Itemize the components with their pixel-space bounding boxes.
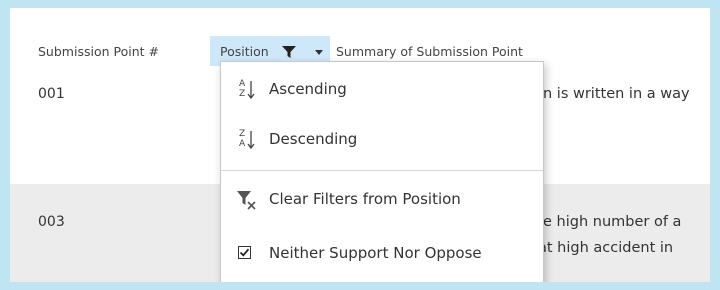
clear-filter-icon — [235, 188, 259, 212]
menu-item-clear-filters[interactable]: Clear Filters from Position — [221, 180, 543, 220]
column-header-position-label: Position — [220, 44, 269, 59]
menu-divider — [221, 170, 543, 171]
column-filter-menu: A Z Ascending Z A Descending Clear Filte… — [220, 61, 544, 282]
sort-ascending-icon: A Z — [235, 78, 259, 102]
submission-point-number: 003 — [38, 214, 65, 230]
menu-item-label: Ascending — [269, 80, 347, 98]
column-header-summary[interactable]: Summary of Submission Point — [336, 44, 523, 59]
menu-item-label: Neither Support Nor Oppose — [269, 244, 482, 262]
menu-item-neither-support-nor-oppose[interactable]: Neither Support Nor Oppose — [221, 234, 543, 274]
summary-text: at high accident in — [538, 240, 674, 256]
sort-descending-icon: Z A — [235, 128, 259, 152]
submission-point-number: 001 — [38, 86, 65, 102]
filter-icon — [282, 46, 296, 58]
checkbox-checked-icon[interactable] — [235, 242, 259, 266]
list-view: Submission Point # Position Summary of S… — [10, 8, 710, 282]
summary-text: e high number of a — [543, 214, 682, 230]
summary-text: n is written in a way — [543, 86, 690, 102]
chevron-down-icon[interactable] — [315, 50, 323, 55]
menu-item-descending[interactable]: Z A Descending — [221, 120, 543, 160]
menu-item-ascending[interactable]: A Z Ascending — [221, 70, 543, 110]
menu-item-label: Clear Filters from Position — [269, 190, 461, 208]
menu-item-label: Descending — [269, 130, 358, 148]
column-header-submission-point[interactable]: Submission Point # — [38, 44, 159, 59]
